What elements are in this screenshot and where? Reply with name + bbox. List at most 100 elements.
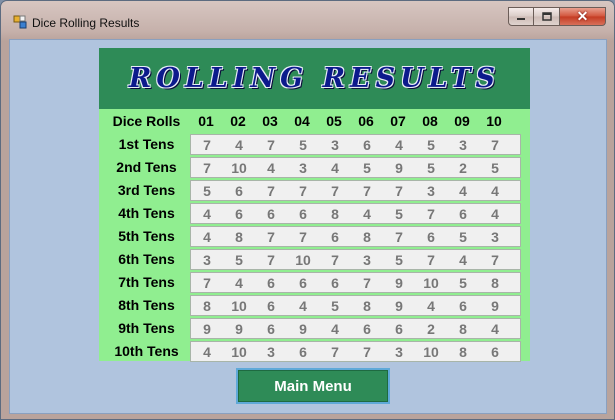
row-label: 8th Tens (118, 297, 175, 313)
result-cell: 6 (235, 183, 243, 199)
result-cell: 4 (459, 252, 467, 268)
result-cell: 7 (267, 229, 275, 245)
result-cell: 10 (423, 344, 439, 360)
result-cell: 8 (331, 206, 339, 222)
row-label: 5th Tens (118, 228, 175, 244)
result-cell: 6 (267, 275, 275, 291)
result-cell: 7 (363, 183, 371, 199)
result-cell: 6 (331, 275, 339, 291)
result-row: 4 8 7 7 6 8 7 6 5 3 (190, 226, 521, 247)
result-cell: 4 (395, 137, 403, 153)
result-cell: 9 (235, 321, 243, 337)
result-cell: 10 (295, 252, 311, 268)
result-cell: 3 (203, 252, 211, 268)
row-label: 7th Tens (118, 274, 175, 290)
results-banner: ROLLING RESULTS (99, 48, 530, 109)
result-cell: 2 (427, 321, 435, 337)
result-row: 8 10 6 4 5 8 9 4 6 9 (190, 295, 521, 316)
row-label: 3rd Tens (117, 182, 176, 198)
minimize-icon (517, 17, 525, 20)
result-row: 7 10 4 3 4 5 9 5 2 5 (190, 157, 521, 178)
result-cell: 9 (395, 275, 403, 291)
column-header: 04 (294, 113, 310, 129)
result-cell: 7 (363, 344, 371, 360)
result-cell: 5 (459, 229, 467, 245)
column-header: 02 (230, 113, 246, 129)
result-cell: 4 (203, 344, 211, 360)
result-cell: 7 (267, 183, 275, 199)
minimize-button[interactable] (508, 7, 534, 26)
result-cell: 3 (299, 160, 307, 176)
result-cell: 7 (491, 137, 499, 153)
result-cell: 9 (299, 321, 307, 337)
result-cell: 6 (267, 206, 275, 222)
maximize-button[interactable] (534, 7, 560, 26)
result-cell: 3 (491, 229, 499, 245)
result-cell: 4 (491, 206, 499, 222)
row-label: 4th Tens (118, 205, 175, 221)
result-cell: 4 (203, 229, 211, 245)
result-cell: 6 (427, 229, 435, 245)
result-cell: 5 (363, 160, 371, 176)
result-cell: 7 (363, 275, 371, 291)
close-button[interactable]: ✕ (560, 7, 606, 26)
result-cell: 6 (459, 298, 467, 314)
result-row: 9 9 6 9 4 6 6 2 8 4 (190, 318, 521, 339)
result-cell: 9 (203, 321, 211, 337)
result-cell: 7 (267, 252, 275, 268)
result-cell: 10 (423, 275, 439, 291)
result-cell: 8 (363, 229, 371, 245)
result-cell: 7 (299, 183, 307, 199)
result-cell: 5 (395, 206, 403, 222)
result-cell: 5 (203, 183, 211, 199)
result-cell: 4 (491, 321, 499, 337)
result-cell: 3 (363, 252, 371, 268)
result-cell: 6 (459, 206, 467, 222)
result-cell: 9 (491, 298, 499, 314)
row-label: 9th Tens (118, 320, 175, 336)
result-cell: 7 (299, 229, 307, 245)
result-cell: 5 (491, 160, 499, 176)
result-cell: 6 (299, 275, 307, 291)
result-row: 7 4 7 5 3 6 4 5 3 7 (190, 134, 521, 155)
result-cell: 8 (203, 298, 211, 314)
result-cell: 7 (395, 183, 403, 199)
result-cell: 6 (267, 298, 275, 314)
maximize-icon (541, 11, 552, 21)
column-header: 01 (198, 113, 214, 129)
result-cell: 4 (427, 298, 435, 314)
window-title: Dice Rolling Results (32, 16, 140, 30)
column-header: 06 (358, 113, 374, 129)
result-cell: 4 (459, 183, 467, 199)
result-cell: 8 (459, 321, 467, 337)
result-cell: 4 (235, 275, 243, 291)
result-cell: 4 (299, 298, 307, 314)
result-cell: 5 (235, 252, 243, 268)
result-cell: 2 (459, 160, 467, 176)
row-label: 10th Tens (114, 343, 179, 359)
result-cell: 3 (459, 137, 467, 153)
result-cell: 7 (427, 252, 435, 268)
result-cell: 3 (395, 344, 403, 360)
row-label: 2nd Tens (116, 159, 177, 175)
result-cell: 6 (363, 321, 371, 337)
main-menu-button[interactable]: Main Menu (236, 368, 390, 404)
row-label: 1st Tens (118, 136, 175, 152)
title-bar[interactable]: Dice Rolling Results ✕ (1, 1, 614, 41)
result-cell: 9 (395, 298, 403, 314)
result-cell: 7 (203, 275, 211, 291)
result-cell: 6 (491, 344, 499, 360)
result-cell: 7 (395, 229, 403, 245)
client-area: ROLLING RESULTS Dice Rolls 01 02 03 04 0… (9, 39, 607, 414)
result-row: 5 6 7 7 7 7 7 3 4 4 (190, 180, 521, 201)
result-cell: 3 (427, 183, 435, 199)
row-label: 6th Tens (118, 251, 175, 267)
result-cell: 4 (491, 183, 499, 199)
result-cell: 8 (363, 298, 371, 314)
result-cell: 9 (395, 160, 403, 176)
column-header: 07 (390, 113, 406, 129)
header-row: Dice Rolls 01 02 03 04 05 06 07 08 09 10 (99, 110, 530, 132)
result-cell: 8 (235, 229, 243, 245)
result-cell: 7 (331, 344, 339, 360)
result-cell: 7 (331, 252, 339, 268)
